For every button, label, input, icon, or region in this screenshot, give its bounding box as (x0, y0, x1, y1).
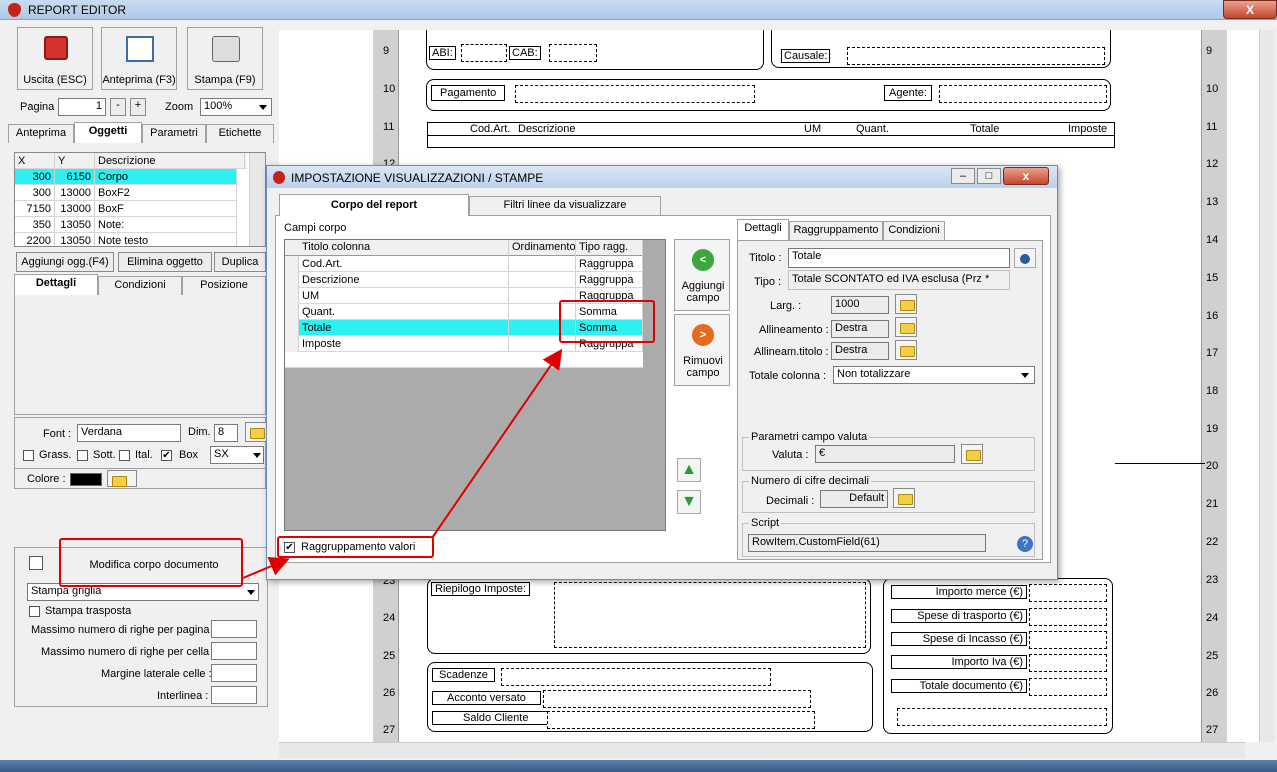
tab-oggetti[interactable]: Oggetti (74, 122, 142, 143)
arrow-to-dialog (242, 556, 290, 579)
taskbar (0, 760, 1277, 772)
arrow-to-sum (431, 348, 563, 539)
tab-corpo-report[interactable]: Corpo del report (279, 194, 469, 216)
tab-dettagli[interactable]: Dettagli (14, 274, 98, 295)
annotation-arrows (242, 348, 563, 579)
tab-right-dettagli[interactable]: Dettagli (737, 219, 789, 240)
